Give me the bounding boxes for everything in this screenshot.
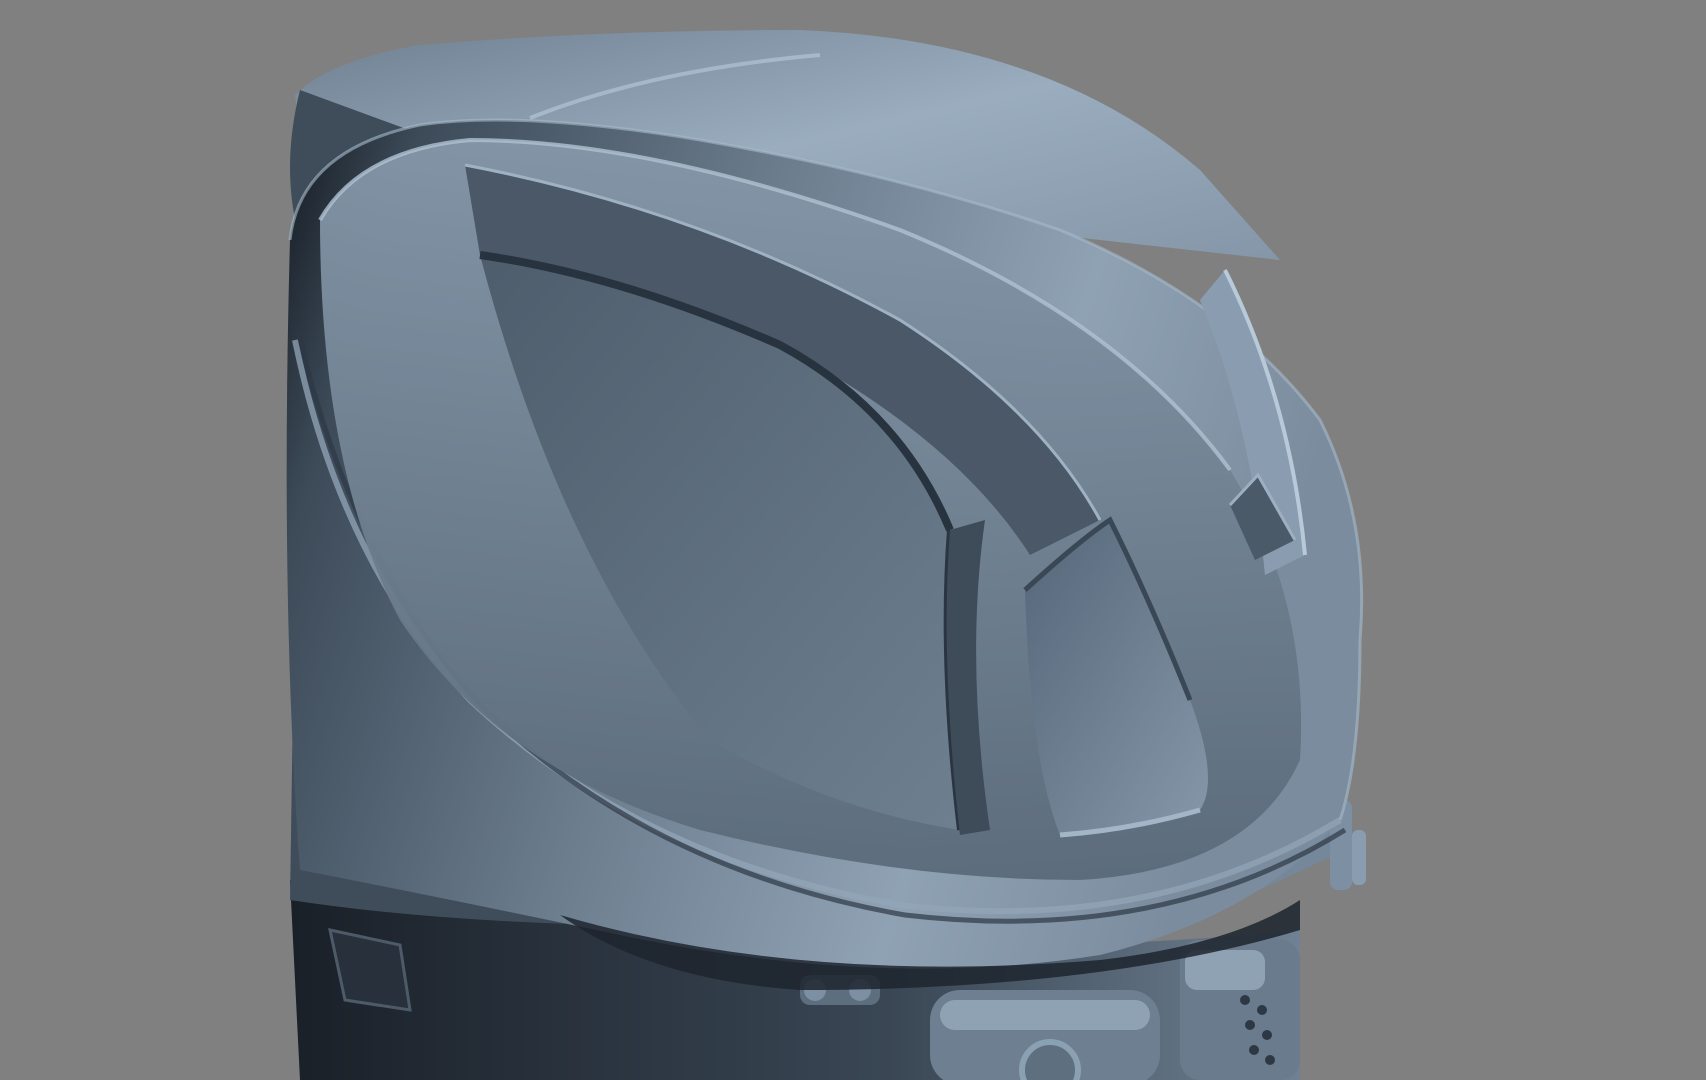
outboard-motor-render bbox=[286, 30, 1366, 1080]
render-viewport bbox=[0, 0, 1706, 1080]
